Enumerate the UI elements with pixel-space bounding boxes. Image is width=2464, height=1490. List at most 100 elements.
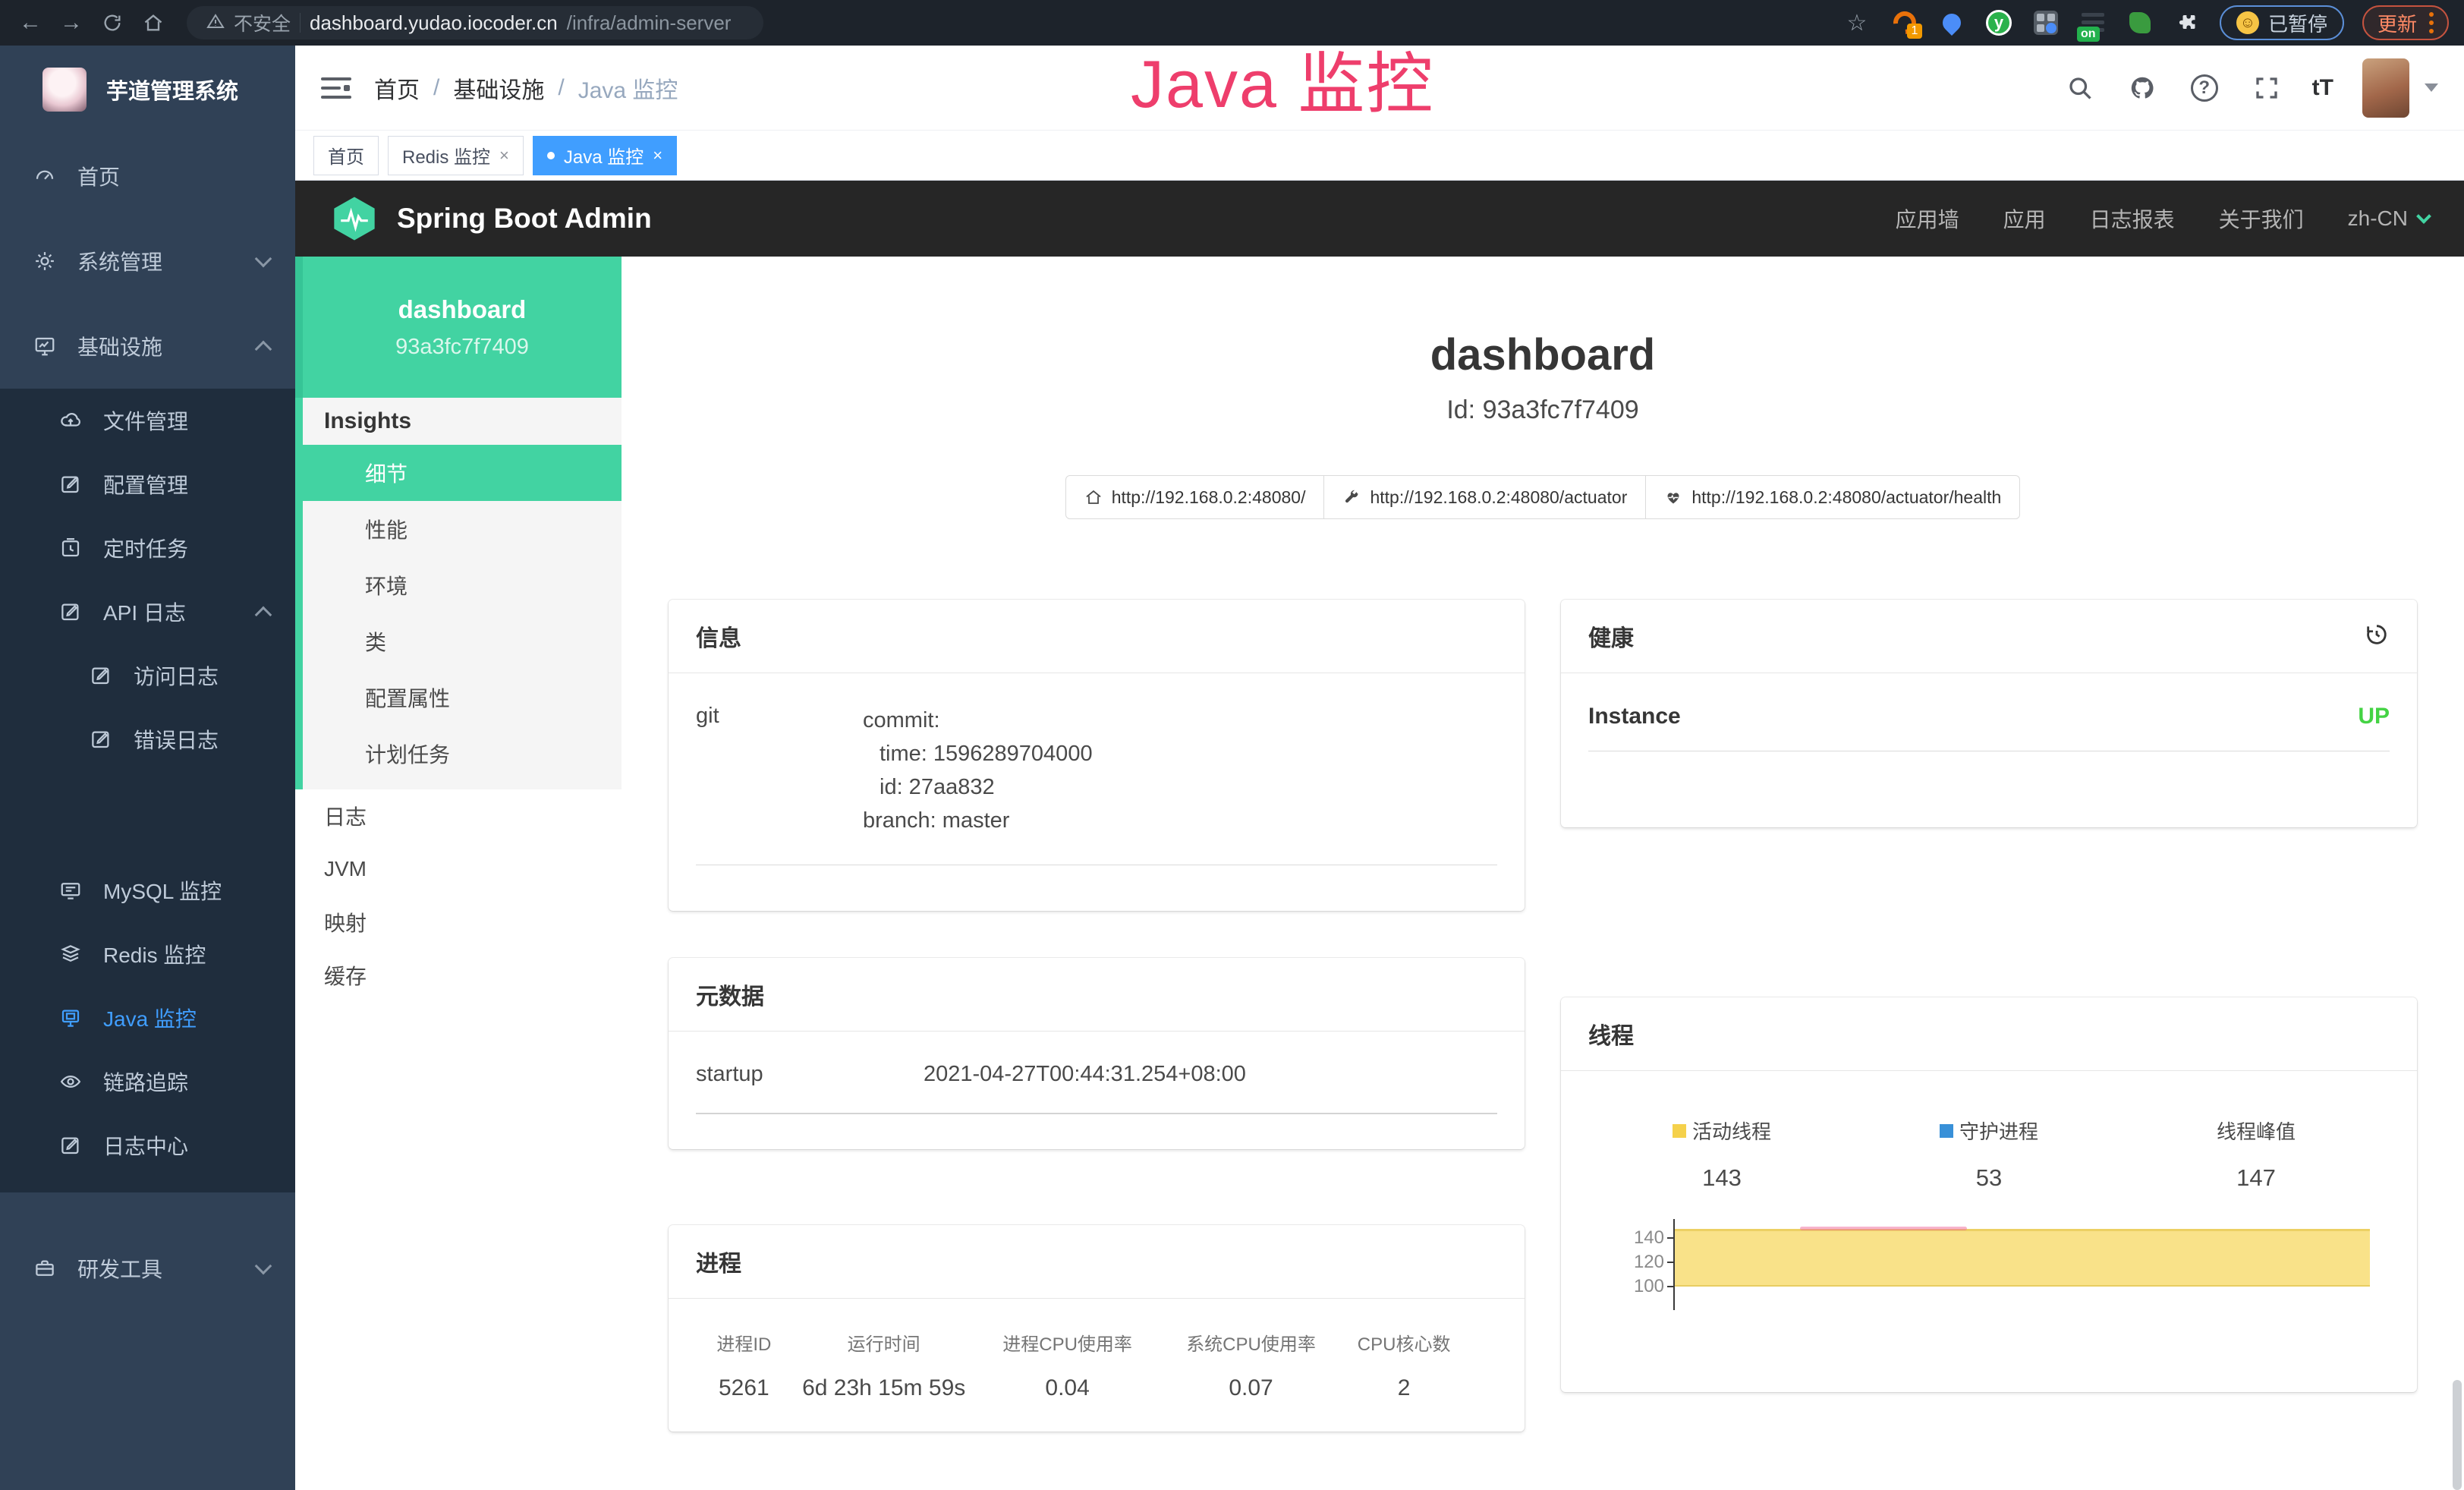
process-sys-cpu-value: 0.07 — [1160, 1375, 1343, 1401]
gear-icon — [33, 250, 56, 272]
extensions-area: ☆ 1 y on ☺ 已暂停 更新 — [1842, 5, 2449, 40]
user-avatar[interactable] — [2362, 58, 2409, 118]
search-icon[interactable] — [2063, 71, 2097, 105]
sba-app-panel[interactable]: dashboard 93a3fc7f7409 — [295, 257, 622, 398]
sba-brand: Spring Boot Admin — [397, 203, 652, 235]
sba-menu-environment[interactable]: 环境 — [303, 557, 622, 613]
sidebar-item-file-manage[interactable]: 文件管理 — [0, 389, 295, 452]
address-bar[interactable]: 不安全 dashboard.yudao.iocoder.cn/infra/adm… — [187, 6, 763, 39]
extension-pin-icon[interactable] — [1937, 8, 1966, 37]
sba-menu-scheduled-tasks[interactable]: 计划任务 — [303, 726, 622, 782]
legend-peak-threads: 线程峰值 147 — [2123, 1117, 2390, 1192]
extensions-puzzle-icon[interactable] — [2173, 8, 2201, 37]
paused-label: 已暂停 — [2268, 9, 2327, 37]
sba-menu-config-props[interactable]: 配置属性 — [303, 669, 622, 726]
sidebar-item-mysql-monitor[interactable]: MySQL 监控 — [0, 858, 295, 922]
profile-paused-chip[interactable]: ☺ 已暂停 — [2220, 5, 2344, 40]
legend-daemon-threads: 守护进程 53 — [1855, 1117, 2123, 1192]
tab-java-monitor[interactable]: Java 监控× — [533, 136, 677, 175]
app-logo-row[interactable]: 芋道管理系统 — [0, 46, 295, 134]
sba-menu-caches[interactable]: 缓存 — [295, 949, 622, 1002]
profile-avatar-icon: ☺ — [2236, 11, 2259, 34]
extension-y-icon[interactable]: y — [1984, 8, 2013, 37]
sidebar-item-log-center[interactable]: 日志中心 — [0, 1114, 295, 1177]
bookmark-star-icon[interactable]: ☆ — [1842, 8, 1872, 38]
extension-switch-on-icon[interactable]: on — [2079, 8, 2107, 37]
close-icon[interactable]: × — [499, 146, 509, 165]
sba-main-content: dashboard Id: 93a3fc7f7409 http://192.16… — [622, 257, 2464, 1490]
sidebar-item-java-monitor[interactable]: Java 监控 — [0, 986, 295, 1050]
actuator-url-button[interactable]: http://192.168.0.2:48080/actuator — [1324, 475, 1646, 519]
daemon-threads-value: 53 — [1976, 1164, 2002, 1192]
sidebar-item-home[interactable]: 首页 — [0, 134, 295, 219]
help-icon[interactable]: ? — [2188, 71, 2221, 105]
font-size-icon[interactable]: tT — [2312, 75, 2333, 101]
health-status-badge: UP — [2358, 704, 2390, 729]
sidebar-item-redis-monitor[interactable]: Redis 监控 — [0, 922, 295, 986]
log-edit-icon — [90, 728, 112, 751]
close-icon[interactable]: × — [653, 146, 662, 165]
sba-nav-applications[interactable]: 应用 — [2003, 203, 2046, 234]
sidebar-toggle-icon[interactable] — [321, 76, 351, 100]
history-icon[interactable] — [2364, 622, 2390, 651]
sba-locale-select[interactable]: zh-CN — [2348, 206, 2429, 231]
home-icon — [1084, 488, 1103, 506]
app-logo — [42, 68, 87, 112]
sba-nav-journal[interactable]: 日志报表 — [2090, 203, 2175, 234]
sba-menu-logs[interactable]: 日志 — [295, 789, 622, 843]
breadcrumb-infra[interactable]: 基础设施 — [453, 71, 544, 105]
breadcrumb-home[interactable]: 首页 — [374, 71, 420, 105]
info-git-row: git commit: time: 1596289704000 id: 27aa… — [696, 704, 1497, 865]
fullscreen-icon[interactable] — [2250, 71, 2283, 105]
user-menu-caret-icon[interactable] — [2425, 83, 2438, 92]
sidebar-item-error-log[interactable]: 错误日志 — [0, 707, 295, 771]
sidebar-item-infra[interactable]: 基础设施 — [0, 304, 295, 389]
sba-menu-mappings[interactable]: 映射 — [295, 896, 622, 949]
sidebar-item-access-log[interactable]: 访问日志 — [0, 644, 295, 707]
peak-threads-value: 147 — [2236, 1164, 2276, 1192]
wrench-icon — [1342, 488, 1361, 506]
toolbox-icon — [33, 1257, 56, 1280]
edit-icon — [59, 473, 82, 496]
process-table: 进程ID 运行时间 进程CPU使用率 系统CPU使用率 CPU核心数 5261 — [696, 1329, 1465, 1401]
log-edit-icon — [59, 1134, 82, 1157]
reload-icon[interactable] — [97, 8, 127, 38]
process-col-pid: 进程ID — [696, 1329, 792, 1356]
sba-nav-about[interactable]: 关于我们 — [2219, 203, 2304, 234]
github-icon[interactable] — [2126, 71, 2159, 105]
chevron-up-icon — [255, 341, 272, 358]
sba-nav-wallboard[interactable]: 应用墙 — [1896, 203, 1959, 234]
chrome-update-button[interactable]: 更新 — [2362, 5, 2449, 40]
page-scrollbar[interactable] — [2453, 1380, 2462, 1490]
sidebar-item-tracing[interactable]: 链路追踪 — [0, 1050, 295, 1114]
home-icon[interactable] — [138, 8, 168, 38]
database-monitor-icon — [59, 879, 82, 902]
tab-redis-monitor[interactable]: Redis 监控× — [388, 136, 524, 175]
sidebar-item-dev-tools[interactable]: 研发工具 — [0, 1230, 295, 1306]
process-proc-cpu-value: 0.04 — [976, 1375, 1160, 1401]
sba-menu-jvm[interactable]: JVM — [295, 843, 622, 896]
process-col-cores: CPU核心数 — [1342, 1329, 1465, 1356]
monitor-chart-icon — [33, 335, 56, 358]
sidebar-item-scheduled-jobs[interactable]: 定时任务 — [0, 516, 295, 580]
extension-grid-icon[interactable] — [2031, 8, 2060, 37]
breadcrumb: 首页 / 基础设施 / Java 监控 — [374, 71, 678, 105]
service-url-button[interactable]: http://192.168.0.2:48080/ — [1065, 475, 1325, 519]
forward-icon[interactable]: → — [56, 8, 87, 38]
back-icon[interactable]: ← — [15, 8, 46, 38]
sidebar-item-system[interactable]: 系统管理 — [0, 219, 295, 304]
sidebar-item-api-log[interactable]: API 日志 — [0, 580, 295, 644]
info-git-label: git — [696, 704, 863, 837]
sba-menu-details[interactable]: 细节 — [295, 445, 622, 501]
sba-menu-metrics[interactable]: 性能 — [303, 501, 622, 557]
browser-menu-icon[interactable] — [2429, 12, 2434, 33]
tab-home[interactable]: 首页 — [313, 136, 379, 175]
y-tick-140: 140 — [1588, 1227, 1664, 1249]
sidebar-item-config-manage[interactable]: 配置管理 — [0, 452, 295, 516]
extension-colorzilla-icon[interactable]: 1 — [1890, 8, 1919, 37]
sba-app-id: 93a3fc7f7409 — [395, 335, 529, 360]
update-label: 更新 — [2377, 9, 2417, 37]
sba-menu-classes[interactable]: 类 — [303, 613, 622, 669]
health-url-button[interactable]: http://192.168.0.2:48080/actuator/health — [1646, 475, 2020, 519]
extension-leaf-icon[interactable] — [2126, 8, 2154, 37]
